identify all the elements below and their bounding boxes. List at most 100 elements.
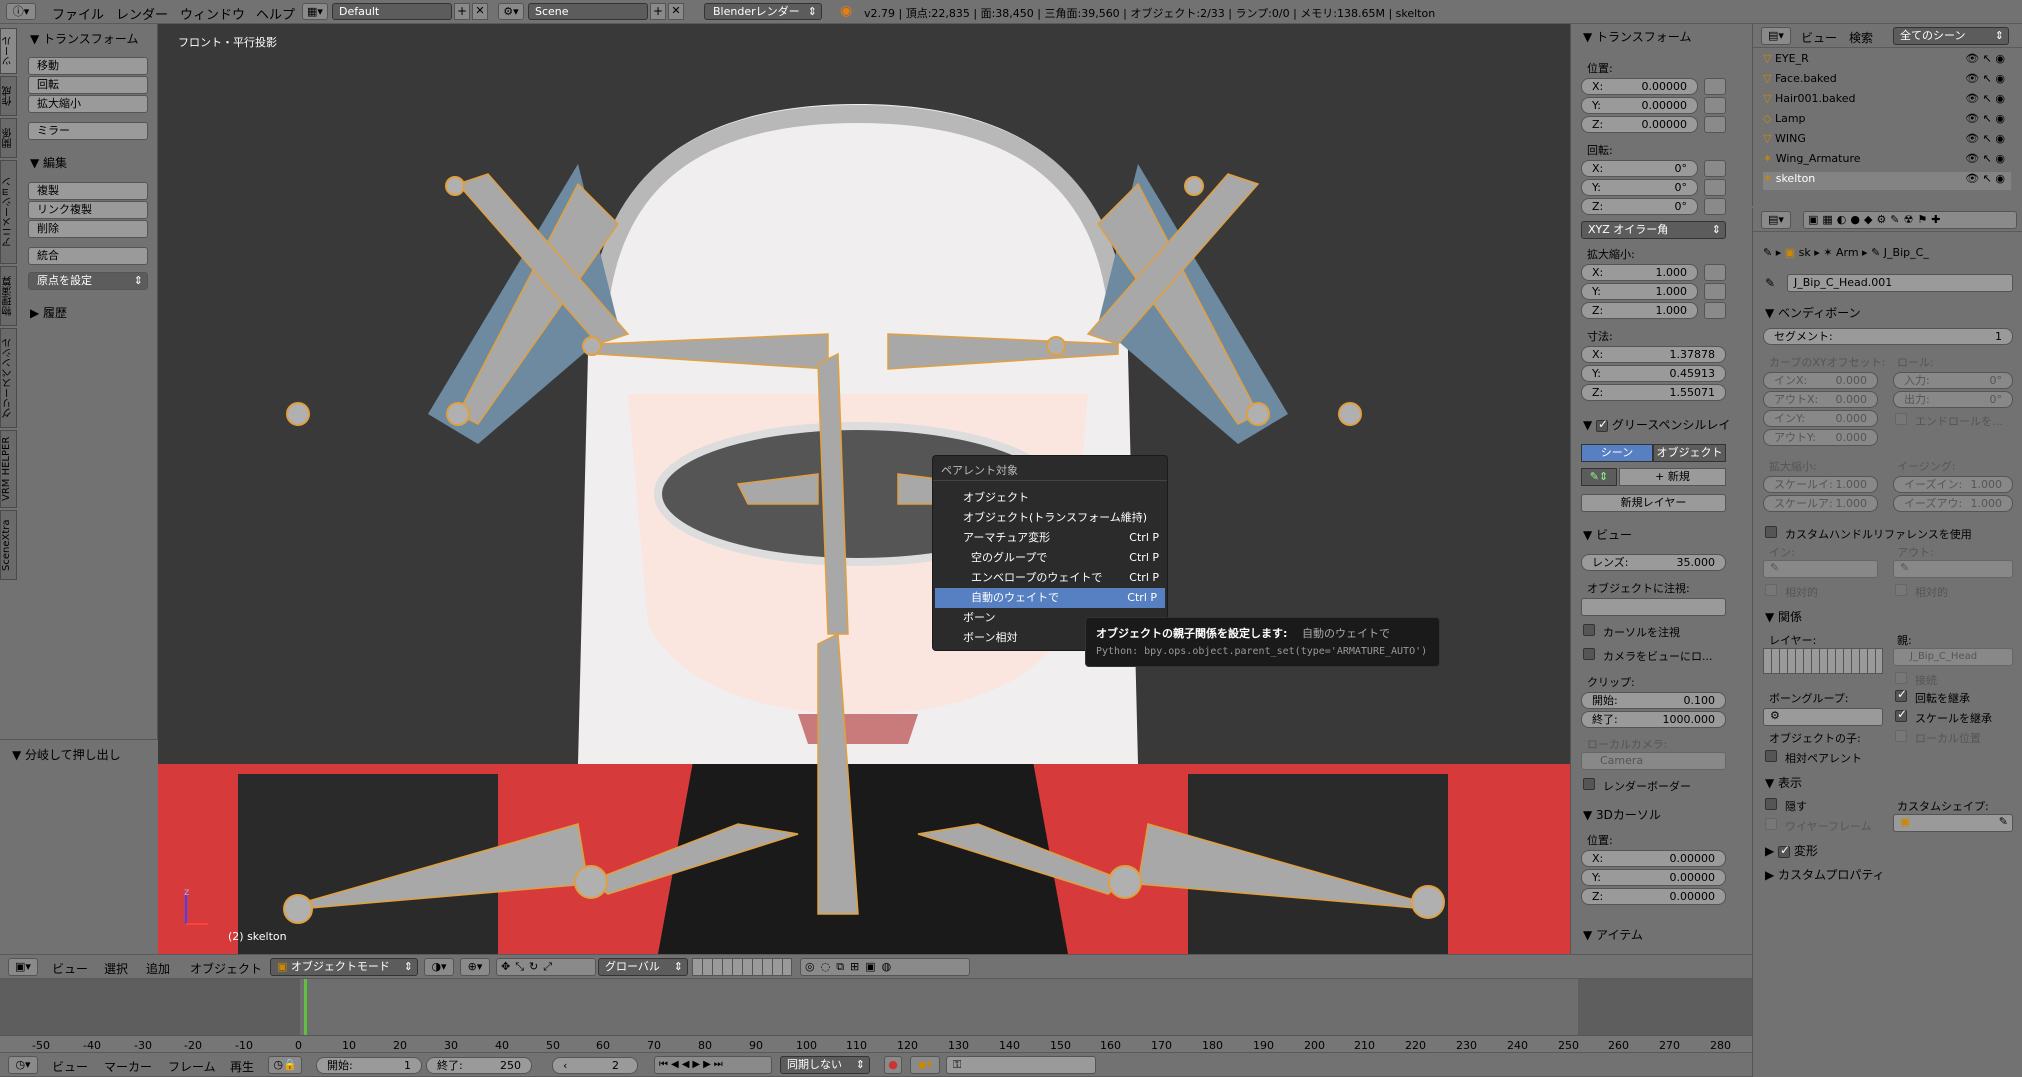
tab-vrm-helper[interactable]: VRM HELPER <box>0 430 17 508</box>
mirror-button[interactable]: ミラー <box>28 122 148 140</box>
gp-object-button[interactable]: オブジェクト <box>1653 444 1726 462</box>
view3d-menu-object[interactable]: オブジェクト <box>190 960 262 977</box>
transform-panel-header[interactable]: ▼ トランスフォーム <box>30 30 138 47</box>
render-border-checkbox[interactable] <box>1583 778 1595 790</box>
clip-start-field[interactable]: 開始: 0.100 <box>1581 692 1726 709</box>
parent-empty-groups-item[interactable]: 空のグループで Ctrl P <box>933 548 1167 568</box>
inherit-rotation-checkbox[interactable] <box>1895 687 1907 702</box>
properties-editor-icon[interactable]: ▤▾ <box>1761 211 1791 229</box>
rotation-mode-select[interactable]: XYZ オイラー角 ⇕ <box>1581 221 1726 239</box>
lock-object-field[interactable] <box>1581 598 1726 616</box>
lock-icon[interactable] <box>1704 160 1726 177</box>
custom-props-header[interactable]: ▶ カスタムプロパティ <box>1765 866 1885 883</box>
shading-icon[interactable]: ◑▾ <box>424 958 454 976</box>
tab-grease-pencil[interactable]: グリースペンシル <box>0 328 17 428</box>
outliner-filter-select[interactable]: 全てのシーン ⇕ <box>1893 27 2009 45</box>
lock-camera-checkbox[interactable] <box>1583 648 1595 660</box>
bendy-bones-header[interactable]: ▼ ベンディボーン <box>1765 304 1861 321</box>
lock-cursor-checkbox[interactable] <box>1583 624 1595 636</box>
grease-pencil-header[interactable]: ▼ グリースペンシルレイ <box>1583 416 1730 433</box>
lock-icon[interactable] <box>1704 116 1726 133</box>
parent-object-keep-transform-item[interactable]: オブジェクト(トランスフォーム維持) <box>933 508 1167 528</box>
view3d-menu-view[interactable]: ビュー <box>52 960 88 977</box>
clip-end-field[interactable]: 終了: 1000.000 <box>1581 711 1726 728</box>
parent-object-item[interactable]: オブジェクト <box>933 488 1167 508</box>
connected-checkbox[interactable] <box>1895 672 1907 684</box>
pivot-icon[interactable]: ⊕▾ <box>460 958 490 976</box>
cursor-panel-header[interactable]: ▼ 3Dカーソル <box>1583 806 1661 823</box>
timeline[interactable]: -50 -40 -30 -20 -10 0 10 20 30 40 50 60 … <box>0 979 1752 1052</box>
relations-header[interactable]: ▼ 関係 <box>1765 608 1802 625</box>
add-scene-button[interactable]: + <box>650 3 666 20</box>
outliner-row-eye-r[interactable]: ▽ EYE_R 👁 ↖ ◉ <box>1763 52 2011 70</box>
eyedropper-icon[interactable]: ✎ <box>1999 815 2008 828</box>
translate-button[interactable]: 移動 <box>28 57 148 75</box>
end-frame-field[interactable]: 終了: 250 <box>426 1057 532 1074</box>
outliner-row-lamp[interactable]: ◇ Lamp 👁 ↖ ◉ <box>1763 112 2011 130</box>
join-button[interactable]: 統合 <box>28 247 148 265</box>
gp-new-layer-button[interactable]: 新規レイヤー <box>1581 494 1726 512</box>
cursor-z-field[interactable]: Z: 0.00000 <box>1581 888 1726 905</box>
mode-select[interactable]: ▣ オブジェクトモード ⇕ <box>270 958 418 976</box>
location-y-field[interactable]: Y: 0.00000 <box>1581 97 1698 114</box>
scale-out-field[interactable]: スケールア: 1.000 <box>1763 495 1878 512</box>
view3d-menu-select[interactable]: 選択 <box>104 960 128 977</box>
menu-render[interactable]: レンダー <box>116 4 168 23</box>
tab-animation[interactable]: アニメーション <box>0 160 17 264</box>
snap-tools-icons[interactable]: ◎◌⧉⊞▣◍ <box>800 958 970 976</box>
lock-icon[interactable] <box>1704 302 1726 319</box>
gp-pencil-icon[interactable]: ✎⇕ <box>1581 468 1617 486</box>
timeline-menu-playback[interactable]: 再生 <box>230 1058 254 1075</box>
layers-grid[interactable] <box>692 958 792 976</box>
timeline-editor-icon[interactable]: ◷▾ <box>8 1056 38 1074</box>
preview-range-icon[interactable]: ◷🔒 <box>268 1056 302 1074</box>
scene-icon[interactable]: ⚙▾ <box>498 3 524 20</box>
scale-in-field[interactable]: スケールイ: 1.000 <box>1763 476 1878 493</box>
custom-handle-checkbox[interactable] <box>1765 526 1777 538</box>
roll-out-field[interactable]: 出力: 0° <box>1893 391 2013 408</box>
ease-in-field[interactable]: イーズイン: 1.000 <box>1893 476 2013 493</box>
remove-layout-button[interactable]: ✕ <box>472 3 488 20</box>
parent-automatic-weights-item[interactable]: 自動のウェイトで Ctrl P <box>935 588 1165 608</box>
rotation-x-field[interactable]: X: 0° <box>1581 160 1698 177</box>
chevron-left-icon[interactable]: ‹ <box>563 1058 567 1073</box>
scale-y-field[interactable]: Y: 1.000 <box>1581 283 1698 300</box>
orientation-select[interactable]: グローバル ⇕ <box>598 958 688 976</box>
local-location-checkbox[interactable] <box>1895 730 1907 742</box>
timeline-menu-frame[interactable]: フレーム <box>168 1058 216 1075</box>
timeline-menu-marker[interactable]: マーカー <box>104 1058 152 1075</box>
display-header[interactable]: ▼ 表示 <box>1765 774 1802 791</box>
scale-z-field[interactable]: Z: 1.000 <box>1581 302 1698 319</box>
cursor-y-field[interactable]: Y: 0.00000 <box>1581 869 1726 886</box>
current-frame-line[interactable] <box>304 979 307 1035</box>
outliner-menu-search[interactable]: 検索 <box>1849 29 1873 46</box>
out-x-field[interactable]: アウトX: 0.000 <box>1763 391 1878 408</box>
outliner-row-skelton[interactable]: ✶ skelton 👁 ↖ ◉ <box>1763 172 2011 190</box>
tab-scenextra[interactable]: SceneXtra <box>0 510 17 580</box>
parent-bone-field[interactable]: J_Bip_C_Head <box>1893 648 2013 666</box>
dimensions-y-field[interactable]: Y: 0.45913 <box>1581 365 1726 382</box>
custom-shape-field[interactable]: ▣ ✎ <box>1893 814 2013 832</box>
outliner-row-wing[interactable]: ▽ WING 👁 ↖ ◉ <box>1763 132 2011 150</box>
hide-checkbox[interactable] <box>1765 798 1777 810</box>
lock-icon[interactable] <box>1704 78 1726 95</box>
duplicate-linked-button[interactable]: リンク複製 <box>28 201 148 219</box>
lock-icon[interactable] <box>1704 97 1726 114</box>
grease-pencil-checkbox[interactable] <box>1596 417 1608 432</box>
playback-controls[interactable]: ⏮◀◀▶▶⏭ <box>654 1056 772 1074</box>
bone-name-field[interactable]: J_Bip_C_Head.001 <box>1787 274 2013 292</box>
set-origin-select[interactable]: 原点を設定 ⇕ <box>28 272 148 290</box>
rotate-button[interactable]: 回転 <box>28 76 148 94</box>
handle-out-field[interactable]: ✎ <box>1893 560 2013 578</box>
keying-set-field[interactable]: ⚿ <box>946 1056 1096 1074</box>
handle-in-relative-checkbox[interactable] <box>1765 584 1777 596</box>
deform-header[interactable]: ▶ 変形 <box>1765 842 1818 859</box>
lock-icon[interactable] <box>1704 179 1726 196</box>
location-x-field[interactable]: X: 0.00000 <box>1581 78 1698 95</box>
in-x-field[interactable]: インX: 0.000 <box>1763 372 1878 389</box>
n-transform-header[interactable]: ▼ トランスフォーム <box>1583 28 1691 45</box>
parent-envelope-weights-item[interactable]: エンベロープのウェイトで Ctrl P <box>933 568 1167 588</box>
outliner-editor-icon[interactable]: ▤▾ <box>1761 27 1791 45</box>
info-editor-icon[interactable]: ⓘ▾ <box>6 3 36 20</box>
outliner-menu-view[interactable]: ビュー <box>1801 29 1837 46</box>
